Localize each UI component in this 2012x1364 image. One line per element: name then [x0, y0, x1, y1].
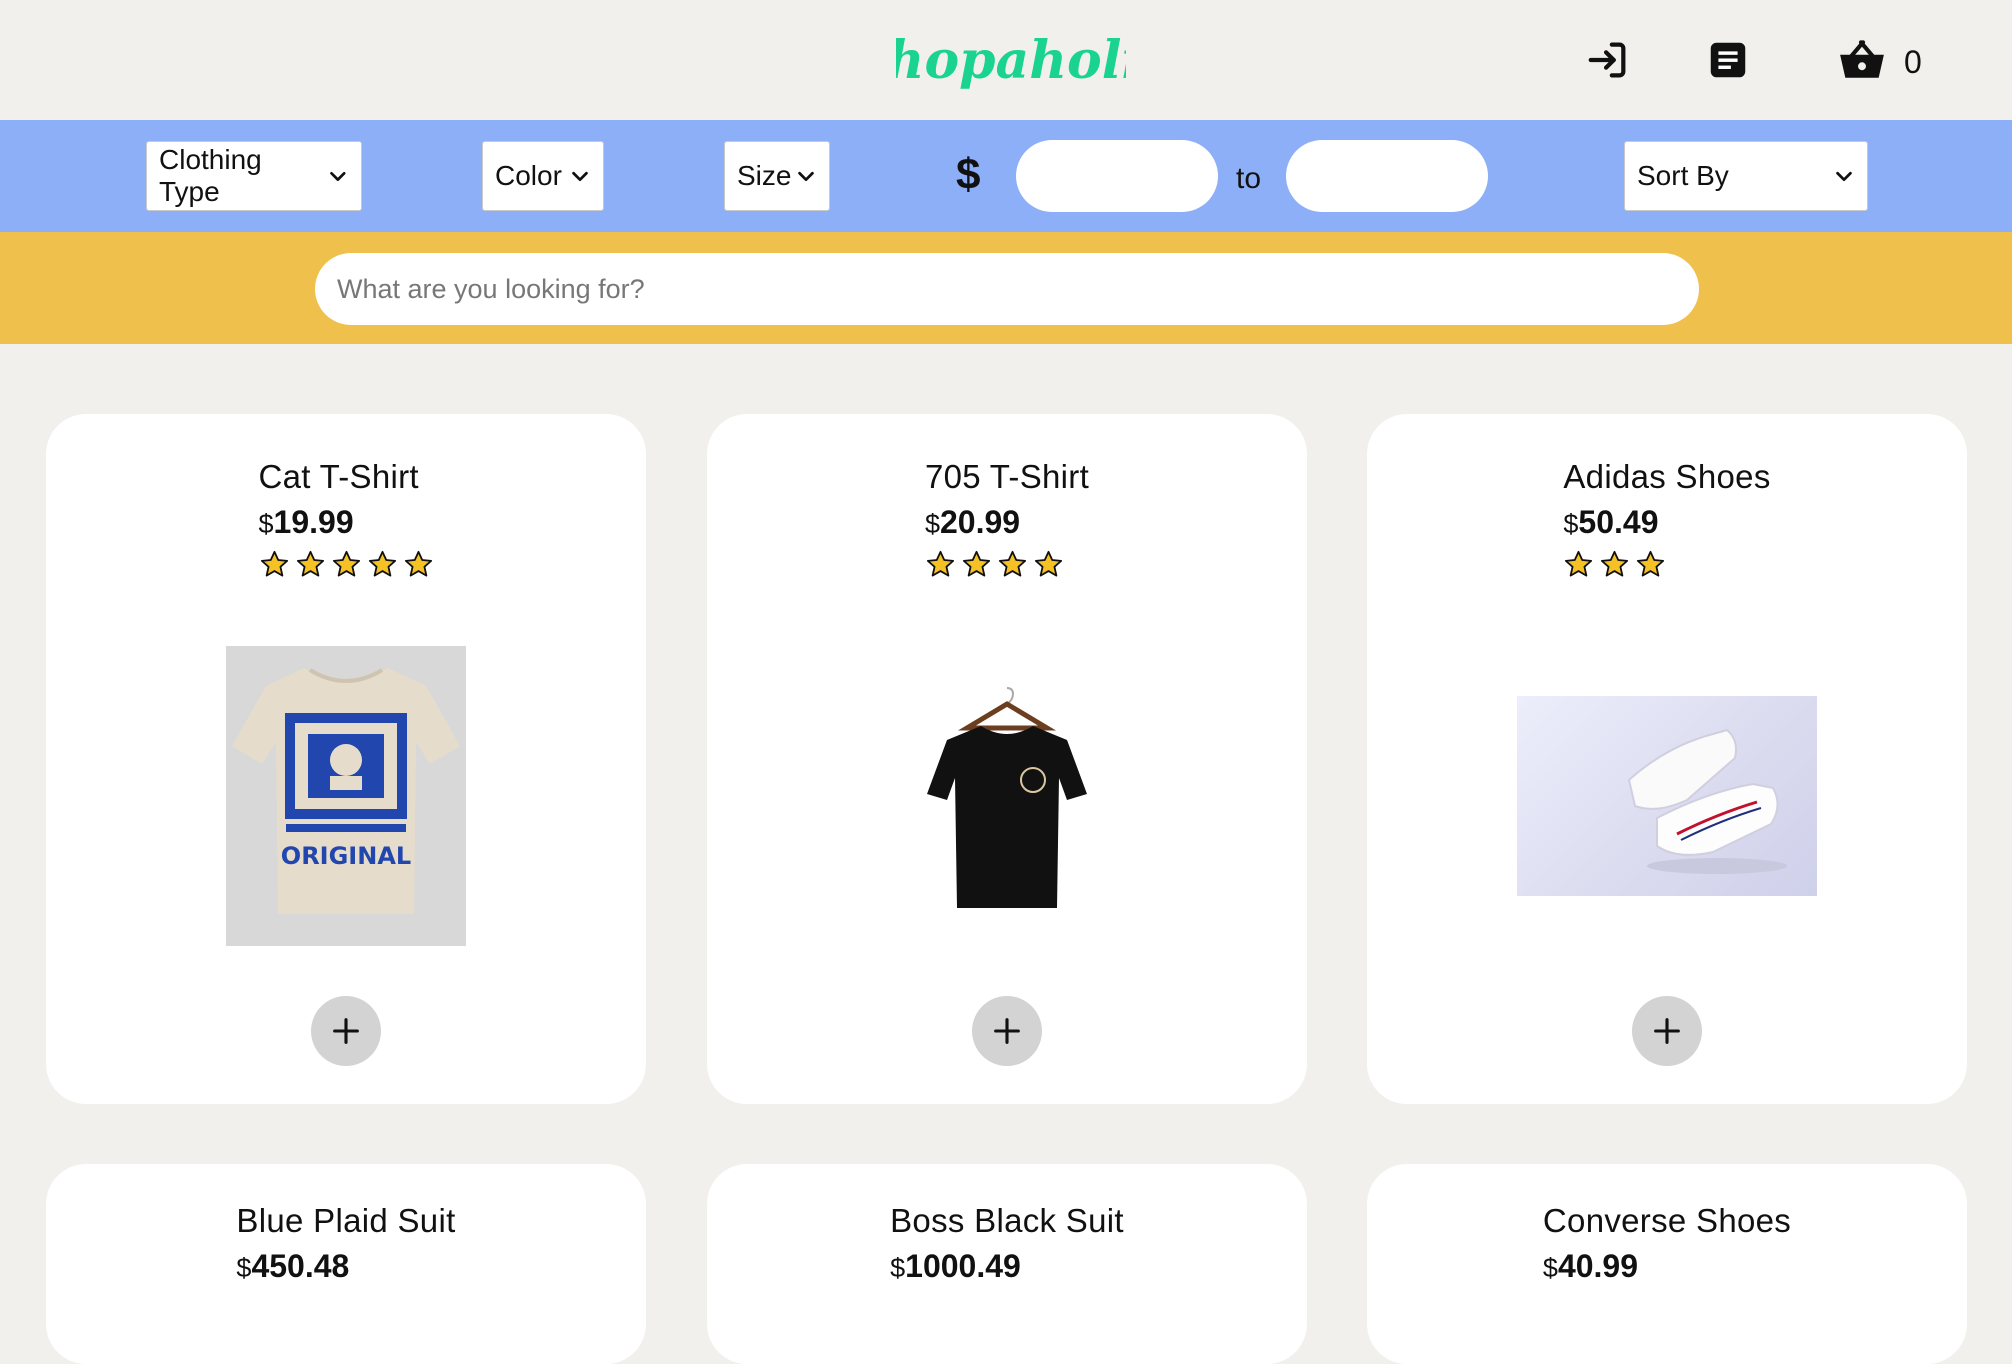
sort-by-label: Sort By: [1637, 160, 1729, 191]
adidas-shoes-image[interactable]: [1517, 696, 1817, 896]
product-price: $450.48: [236, 1248, 349, 1285]
price-amount: 20.99: [939, 504, 1021, 540]
logo-wordmark: Shopaholic: [849, 30, 1173, 91]
sort-by-select[interactable]: Sort By: [1624, 141, 1868, 211]
star-icon: [1637, 550, 1665, 577]
cart-count: 0: [1904, 44, 1922, 80]
product-card[interactable]: Adidas Shoes $50.49: [1367, 414, 1967, 1104]
star-icon: [1565, 550, 1593, 577]
currency-symbol: $: [236, 1253, 252, 1283]
price-amount: 1000.49: [905, 1248, 1021, 1284]
star-rating: [259, 549, 434, 580]
product-price: $19.99: [259, 504, 354, 541]
product-name[interactable]: Adidas Shoes: [1563, 458, 1770, 496]
color-label: Color: [495, 160, 562, 191]
svg-text:Shopaholic: Shopaholic: [896, 30, 1126, 91]
product-name[interactable]: Cat T-Shirt: [259, 458, 419, 496]
price-amount: 450.48: [251, 1248, 350, 1284]
price-amount: 19.99: [273, 504, 354, 540]
star-icon: [1601, 550, 1629, 577]
add-to-cart-button[interactable]: [1632, 996, 1702, 1066]
product-price: $40.99: [1543, 1248, 1638, 1285]
tshirt-image: ORIGINAL: [226, 646, 466, 946]
plus-icon: [1654, 1018, 1680, 1044]
search-bar: [0, 232, 2012, 344]
star-icon: [404, 550, 432, 577]
product-name[interactable]: Converse Shoes: [1543, 1202, 1791, 1240]
plus-icon: [333, 1018, 359, 1044]
plus-icon: [994, 1018, 1020, 1044]
price-amount: 40.99: [1557, 1248, 1639, 1284]
currency-symbol: $: [258, 509, 274, 539]
product-price: $1000.49: [890, 1248, 1021, 1285]
chevron-down-icon: [572, 171, 588, 182]
add-to-cart-button[interactable]: [972, 996, 1042, 1066]
shoes-image: [1627, 728, 1787, 874]
currency-symbol: $: [956, 150, 981, 199]
star-icon: [962, 550, 990, 577]
shopaholic-logo[interactable]: Shopaholic: [849, 22, 1173, 106]
chevron-down-icon: [1836, 171, 1852, 182]
tshirt-image: [927, 687, 1087, 908]
price-to-label: to: [1236, 162, 1262, 195]
star-icon: [260, 550, 288, 577]
star-icon: [926, 550, 954, 577]
705-tshirt-image[interactable]: [917, 684, 1097, 924]
star-icon: [296, 550, 324, 577]
cat-tshirt-image[interactable]: ORIGINAL: [226, 646, 466, 946]
basket-icon[interactable]: [1836, 34, 1888, 86]
product-card[interactable]: Boss Black Suit $1000.49: [707, 1164, 1307, 1364]
document-icon[interactable]: [1704, 36, 1752, 84]
search-input[interactable]: [315, 253, 1699, 325]
size-select[interactable]: Size: [724, 141, 830, 211]
clothing-type-label: Clothing Type: [159, 144, 262, 207]
product-name[interactable]: Boss Black Suit: [890, 1202, 1124, 1240]
min-price-input[interactable]: [1016, 140, 1218, 212]
chevron-down-icon: [798, 171, 814, 182]
chevron-down-icon: [330, 171, 346, 181]
currency-symbol: $: [924, 509, 940, 539]
add-to-cart-button[interactable]: [311, 996, 381, 1066]
color-select[interactable]: Color: [482, 141, 604, 211]
product-card[interactable]: Converse Shoes $40.99: [1367, 1164, 1967, 1364]
svg-text:ORIGINAL: ORIGINAL: [281, 842, 411, 870]
login-arrow-icon[interactable]: [1584, 36, 1632, 84]
star-rating: [1563, 549, 1666, 580]
filter-bar: Clothing Type Color Size $ to Sort By: [0, 120, 2012, 232]
clothing-type-select[interactable]: Clothing Type: [146, 141, 362, 211]
star-icon: [998, 550, 1026, 577]
top-header: Shopaholic 0: [0, 0, 2012, 120]
product-price: $20.99: [925, 504, 1020, 541]
product-card[interactable]: 705 T-Shirt $20.99: [707, 414, 1307, 1104]
currency-symbol: $: [1563, 509, 1579, 539]
product-card[interactable]: Cat T-Shirt $19.99 ORIGINAL: [46, 414, 646, 1104]
product-name[interactable]: 705 T-Shirt: [925, 458, 1089, 496]
product-name[interactable]: Blue Plaid Suit: [236, 1202, 455, 1240]
currency-symbol: $: [890, 1253, 906, 1283]
product-card[interactable]: Blue Plaid Suit $450.48: [46, 1164, 646, 1364]
size-label: Size: [737, 160, 792, 191]
star-icon: [332, 550, 360, 577]
max-price-input[interactable]: [1286, 140, 1488, 212]
star-icon: [1034, 550, 1062, 577]
price-amount: 50.49: [1578, 504, 1659, 540]
currency-symbol: $: [1542, 1253, 1558, 1283]
star-icon: [368, 550, 396, 577]
product-price: $50.49: [1563, 504, 1658, 541]
star-rating: [925, 549, 1064, 580]
